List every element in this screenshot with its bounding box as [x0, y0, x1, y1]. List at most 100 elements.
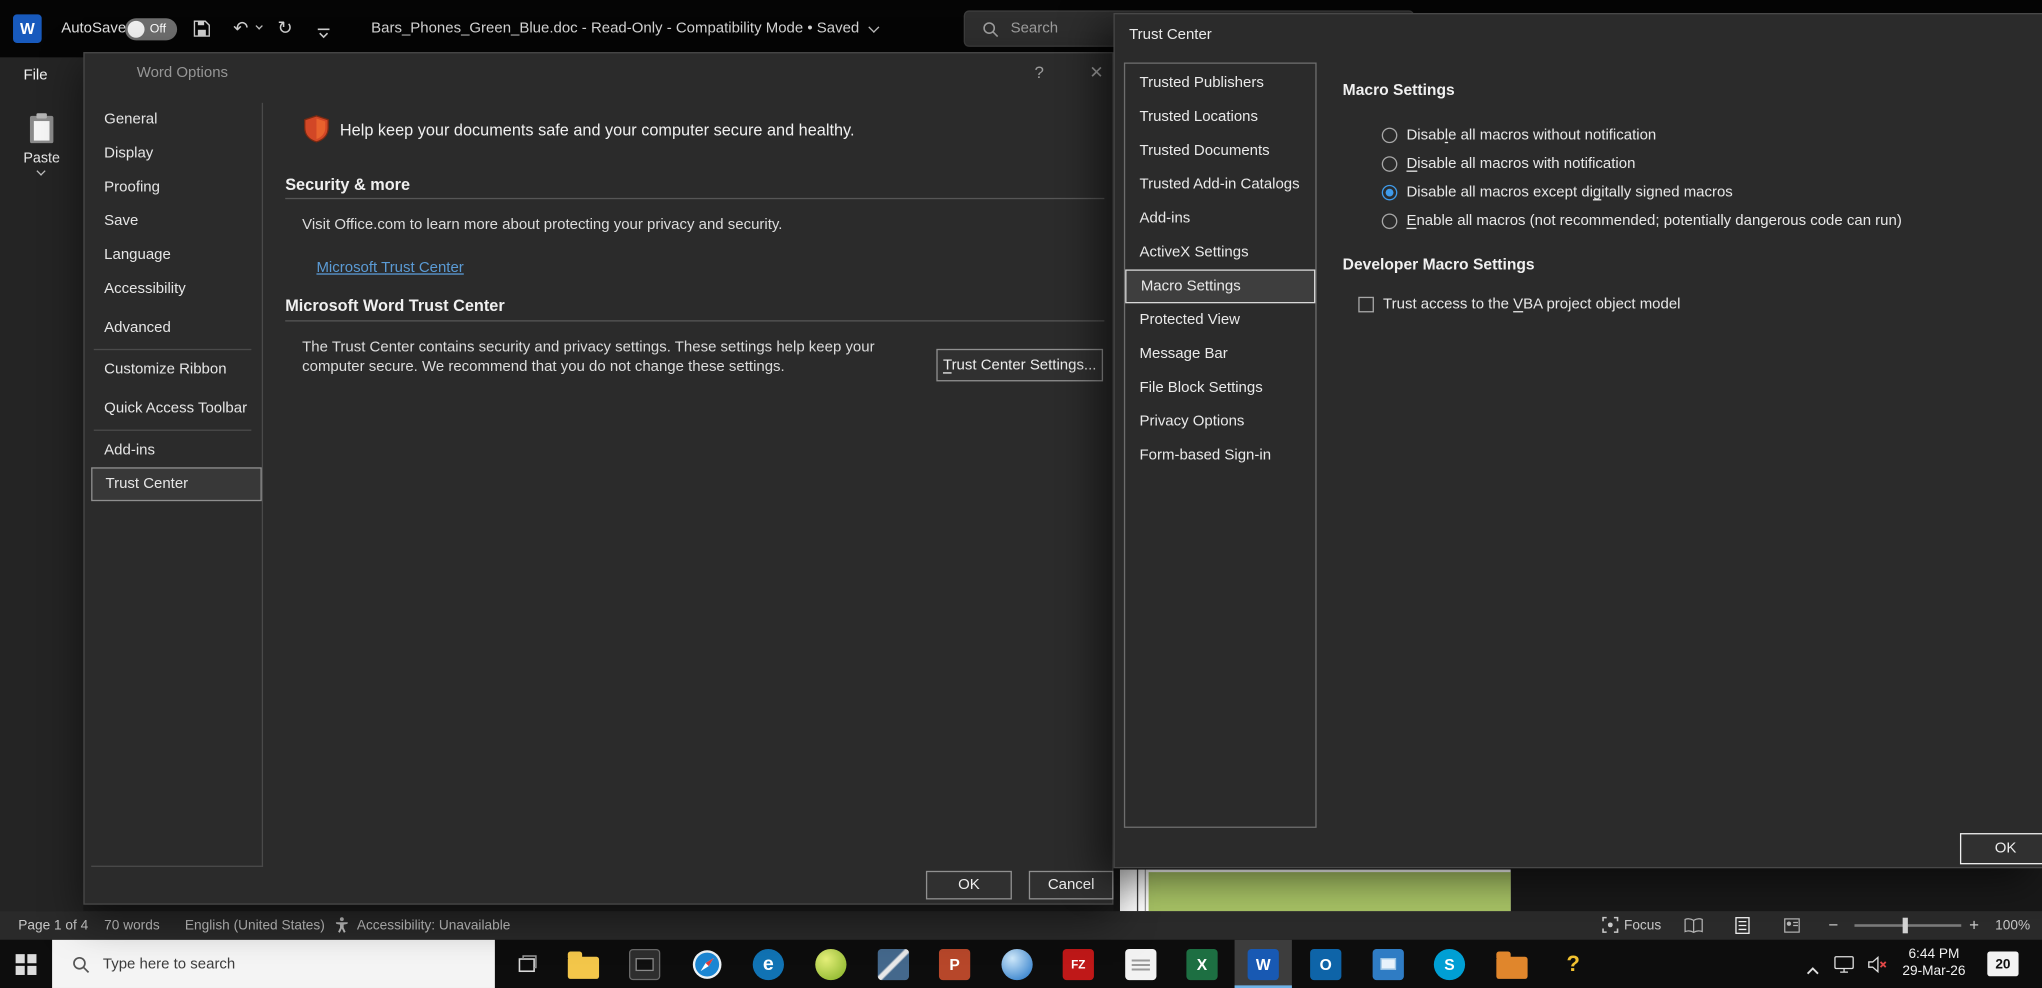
security-intro-text: Help keep your documents safe and your c…	[340, 121, 855, 139]
macro-option-disable-except-signed[interactable]: Disable all macros except digitally sign…	[1382, 178, 1733, 207]
vba-project-access-checkbox[interactable]: Trust access to the VBA project object m…	[1358, 290, 1680, 319]
taskbar-word-active[interactable]: W	[1235, 940, 1292, 988]
word-options-cancel-button[interactable]: Cancel	[1029, 871, 1114, 900]
undo-button[interactable]: ↶	[233, 14, 248, 43]
tc-nav-protected-view[interactable]: Protected View	[1125, 303, 1315, 337]
notification-count-badge[interactable]: 20	[1987, 952, 2018, 977]
tc-nav-file-block-settings[interactable]: File Block Settings	[1125, 371, 1315, 405]
read-mode-button[interactable]	[1684, 918, 1704, 938]
taskbar-wordpad[interactable]	[1112, 940, 1169, 988]
paste-label: Paste	[0, 151, 83, 167]
taskbar-search-placeholder: Type here to search	[103, 956, 235, 972]
tc-nav-macro-settings[interactable]: Macro Settings	[1125, 269, 1315, 303]
trust-center-ok-button[interactable]: OK	[1960, 833, 2042, 864]
taskbar-help[interactable]: ?	[1545, 940, 1602, 988]
page-indicator[interactable]: Page 1 of 4	[18, 911, 88, 940]
tc-nav-privacy-options[interactable]: Privacy Options	[1125, 405, 1315, 439]
read-mode-icon	[1684, 918, 1704, 934]
tc-nav-trusted-publishers[interactable]: Trusted Publishers	[1125, 66, 1315, 100]
paste-button[interactable]	[27, 112, 56, 152]
trust-center-dialog: Trust Center Trusted Publishers Trusted …	[1113, 13, 2042, 868]
tray-volume-button[interactable]	[1867, 955, 1888, 980]
taskbar-orange-folder[interactable]	[1483, 940, 1540, 988]
paste-dropdown-icon[interactable]	[36, 167, 45, 176]
nav-save[interactable]: Save	[91, 204, 262, 238]
taskbar-filezilla[interactable]: FZ	[1050, 940, 1107, 988]
chart-gridline	[1145, 870, 1146, 912]
autosave-toggle[interactable]: Off	[125, 18, 177, 40]
tc-nav-trusted-add-in-catalogs[interactable]: Trusted Add-in Catalogs	[1125, 168, 1315, 202]
macro-option-enable-all[interactable]: Enable all macros (not recommended; pote…	[1382, 207, 1902, 236]
nav-advanced[interactable]: Advanced	[91, 311, 262, 345]
nav-trust-center[interactable]: Trust Center	[91, 467, 262, 501]
chart-axis-line	[1137, 870, 1138, 912]
clock-time: 6:44 PM	[1894, 946, 1975, 963]
radio-icon	[1382, 213, 1398, 229]
save-button[interactable]	[193, 20, 211, 45]
outlook-icon: O	[1310, 948, 1341, 979]
option-label: Disable all macros with notification	[1406, 156, 1635, 172]
tray-network-button[interactable]	[1834, 955, 1855, 980]
taskbar-code-editor[interactable]	[865, 940, 922, 988]
tray-clock[interactable]: 6:44 PM 29-Mar-26	[1894, 946, 1975, 980]
taskbar-skype[interactable]: S	[1421, 940, 1478, 988]
dialog-close-button[interactable]: ✕	[1077, 59, 1116, 88]
taskbar-search[interactable]: Type here to search	[52, 940, 495, 988]
macro-option-disable-with-notification[interactable]: Disable all macros with notification	[1382, 150, 1636, 179]
accessibility-status[interactable]: Accessibility: Unavailable	[357, 911, 511, 940]
nav-general[interactable]: General	[91, 103, 262, 137]
taskbar-edge[interactable]: e	[740, 940, 797, 988]
taskbar-terminal[interactable]	[616, 940, 673, 988]
nav-customize-ribbon[interactable]: Customize Ribbon	[91, 353, 262, 387]
zoom-slider-handle[interactable]	[1903, 918, 1908, 934]
taskbar-file-explorer[interactable]	[555, 940, 612, 988]
nav-add-ins[interactable]: Add-ins	[91, 433, 262, 467]
task-view-button[interactable]	[503, 940, 550, 988]
nav-accessibility[interactable]: Accessibility	[91, 272, 262, 306]
chart-green-bar	[1149, 872, 1511, 911]
nav-proofing[interactable]: Proofing	[91, 171, 262, 205]
word-options-ok-button[interactable]: OK	[926, 871, 1012, 900]
tc-nav-form-based-sign-in[interactable]: Form-based Sign-in	[1125, 439, 1315, 473]
web-layout-button[interactable]	[1783, 918, 1801, 938]
focus-icon	[1602, 916, 1619, 937]
file-tab[interactable]: File	[23, 68, 47, 84]
zoom-level[interactable]: 100%	[1995, 911, 2030, 940]
microsoft-trust-center-link[interactable]: Microsoft Trust Center	[316, 255, 463, 278]
tc-nav-activex-settings[interactable]: ActiveX Settings	[1125, 236, 1315, 270]
nav-display[interactable]: Display	[91, 137, 262, 171]
quick-access-toolbar-dropdown[interactable]	[316, 23, 330, 46]
redo-button[interactable]: ↻	[277, 14, 292, 43]
tc-nav-trusted-locations[interactable]: Trusted Locations	[1125, 100, 1315, 134]
trust-center-description-line1: The Trust Center contains security and p…	[302, 340, 874, 356]
nav-quick-access-toolbar[interactable]: Quick Access Toolbar	[91, 392, 262, 426]
document-title[interactable]: Bars_Phones_Green_Blue.doc - Read-Only -…	[371, 0, 877, 57]
dialog-help-button[interactable]: ?	[1020, 59, 1059, 88]
trust-center-settings-button[interactable]: Trust Center Settings...	[936, 349, 1103, 382]
print-layout-button[interactable]	[1735, 916, 1751, 938]
zoom-in-button[interactable]: +	[1969, 911, 1979, 940]
word-count[interactable]: 70 words	[104, 911, 159, 940]
taskbar-safari[interactable]	[678, 940, 735, 988]
macro-option-disable-without-notification[interactable]: Disable all macros without notification	[1382, 121, 1657, 150]
undo-dropdown-icon[interactable]	[255, 22, 262, 29]
radio-icon	[1382, 128, 1398, 144]
tc-nav-trusted-documents[interactable]: Trusted Documents	[1125, 134, 1315, 168]
title-dropdown-icon	[868, 21, 879, 32]
tray-expand-button[interactable]	[1805, 959, 1821, 982]
nav-language[interactable]: Language	[91, 238, 262, 272]
zoom-out-button[interactable]: −	[1828, 911, 1838, 940]
language-indicator[interactable]: English (United States)	[185, 911, 325, 940]
taskbar-outlook[interactable]: O	[1297, 940, 1354, 988]
tc-nav-message-bar[interactable]: Message Bar	[1125, 337, 1315, 371]
tc-nav-add-ins[interactable]: Add-ins	[1125, 202, 1315, 236]
taskbar-powerpoint[interactable]: P	[926, 940, 983, 988]
taskbar-blue-browser[interactable]	[988, 940, 1045, 988]
developer-macro-settings-heading: Developer Macro Settings	[1343, 255, 1535, 273]
taskbar-excel[interactable]: X	[1173, 940, 1230, 988]
start-button[interactable]	[3, 940, 50, 988]
taskbar-blue-app[interactable]	[1360, 940, 1417, 988]
taskbar-green-browser[interactable]	[802, 940, 859, 988]
focus-button[interactable]: Focus	[1624, 911, 1661, 940]
toggle-knob-icon	[128, 21, 145, 38]
